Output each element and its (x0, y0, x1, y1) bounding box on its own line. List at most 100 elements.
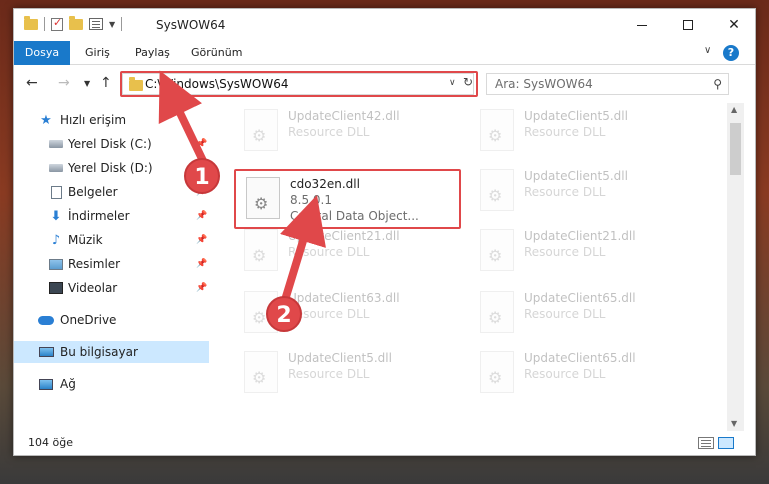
music-icon: ♪ (51, 232, 61, 248)
nav-item-music[interactable]: ♪ Müzik 📌 (14, 229, 209, 251)
pin-icon[interactable]: 📌 (196, 139, 207, 149)
expand-ribbon-chevron-icon[interactable]: ∨ (704, 45, 711, 56)
file-explorer-window: ▼ SysWOW64 ✕ Dosya Giriş Paylaş Görünüm … (13, 8, 756, 456)
computer-icon (38, 345, 54, 359)
step-badge-1: 1 (184, 158, 220, 194)
pin-icon[interactable]: 📌 (196, 259, 207, 269)
scroll-down-icon[interactable]: ▼ (731, 419, 737, 428)
videos-icon (48, 281, 64, 295)
dll-file-icon (480, 229, 514, 271)
pin-icon[interactable]: 📌 (196, 211, 207, 221)
nav-item-documents[interactable]: Belgeler 📌 (14, 181, 209, 203)
nav-item-onedrive[interactable]: OneDrive (14, 309, 209, 331)
forward-arrow-icon[interactable]: → (58, 75, 70, 91)
list-item[interactable]: UpdateClient65.dll Resource DLL (470, 287, 670, 339)
up-arrow-icon[interactable]: ↑ (100, 75, 112, 91)
close-icon: ✕ (728, 17, 740, 33)
list-item[interactable]: UpdateClient5.dll Resource DLL (470, 105, 670, 157)
dll-file-icon (480, 291, 514, 333)
file-name: UpdateClient5.dll (524, 109, 628, 123)
nav-item-local-disk-c[interactable]: Yerel Disk (C:) 📌 (14, 133, 209, 155)
properties-icon[interactable] (89, 18, 103, 30)
scroll-thumb[interactable] (730, 123, 741, 175)
file-type: Resource DLL (288, 367, 370, 381)
search-input[interactable]: Ara: SysWOW64 ⚲ (486, 73, 729, 95)
window-title: SysWOW64 (156, 18, 226, 32)
close-button[interactable]: ✕ (711, 9, 757, 41)
ribbon-tabs: Dosya Giriş Paylaş Görünüm ∨ ? (14, 41, 755, 65)
search-icon[interactable]: ⚲ (713, 77, 722, 91)
customize-toolbar-chevron-down-icon[interactable]: ▼ (109, 20, 115, 29)
recent-locations-chevron-down-icon[interactable]: ▼ (84, 79, 90, 88)
vertical-scrollbar[interactable]: ▲ ▼ (727, 103, 744, 431)
list-item-cdo32en[interactable]: cdo32en.dll 8.5.0.1 Crystal Data Object.… (236, 173, 436, 225)
nav-item-label: Yerel Disk (C:) (68, 137, 152, 151)
nav-item-local-disk-d[interactable]: Yerel Disk (D:) (14, 157, 209, 179)
address-row: ← → ▼ ↑ C:\Windows\SysWOW64 ∨ ↻ Ara: Sys… (14, 65, 755, 101)
minimize-button[interactable] (619, 9, 665, 41)
navigation-pane: ★ Hızlı erişim Yerel Disk (C:) 📌 Yerel D… (14, 103, 209, 433)
dll-file-icon (246, 177, 280, 219)
nav-item-videos[interactable]: Videolar 📌 (14, 277, 209, 299)
file-name: UpdateClient5.dll (524, 169, 628, 183)
new-folder-icon[interactable] (69, 15, 83, 30)
file-name: cdo32en.dll (290, 177, 360, 191)
search-placeholder: Ara: SysWOW64 (495, 77, 593, 91)
tab-file[interactable]: Dosya (14, 41, 70, 65)
list-item[interactable]: UpdateClient21.dll Resource DLL (234, 225, 434, 277)
dll-file-icon (480, 351, 514, 393)
nav-item-label: Yerel Disk (D:) (68, 161, 153, 175)
nav-item-label: Resimler (68, 257, 121, 271)
file-name: UpdateClient65.dll (524, 291, 636, 305)
nav-item-this-pc[interactable]: Bu bilgisayar (14, 341, 209, 363)
nav-item-label: Bu bilgisayar (60, 345, 138, 359)
file-type: Resource DLL (288, 245, 370, 259)
nav-item-pictures[interactable]: Resimler 📌 (14, 253, 209, 275)
dll-file-icon (480, 109, 514, 151)
scroll-up-icon[interactable]: ▲ (731, 105, 737, 114)
file-type: Resource DLL (524, 245, 606, 259)
documents-icon (48, 185, 64, 199)
tab-home[interactable]: Giriş (85, 41, 110, 65)
star-icon: ★ (40, 112, 52, 128)
tab-view[interactable]: Görünüm (191, 41, 242, 65)
nav-item-network[interactable]: Ağ (14, 373, 209, 395)
download-icon: ⬇ (50, 208, 62, 224)
back-arrow-icon[interactable]: ← (26, 75, 38, 91)
file-name: UpdateClient21.dll (524, 229, 636, 243)
list-item[interactable]: UpdateClient65.dll Resource DLL (470, 347, 670, 399)
file-description: Crystal Data Object... (290, 209, 419, 223)
pin-icon[interactable]: 📌 (196, 283, 207, 293)
nav-item-quick-access[interactable]: ★ Hızlı erişim (14, 109, 209, 131)
minimize-icon (637, 24, 647, 26)
cloud-icon (38, 313, 54, 327)
drive-icon (48, 161, 64, 175)
maximize-button[interactable] (665, 9, 711, 41)
file-name: UpdateClient21.dll (288, 229, 400, 243)
list-item[interactable]: UpdateClient5.dll Resource DLL (470, 165, 670, 217)
tab-share[interactable]: Paylaş (135, 41, 170, 65)
large-icons-view-icon[interactable] (718, 437, 734, 449)
folder-icon (24, 15, 38, 30)
file-type: Resource DLL (524, 185, 606, 199)
details-view-icon[interactable] (698, 437, 714, 449)
properties-check-icon[interactable] (51, 16, 63, 31)
drive-icon (48, 137, 64, 151)
list-item[interactable]: UpdateClient5.dll Resource DLL (234, 347, 434, 399)
file-type: Resource DLL (524, 125, 606, 139)
file-list: UpdateClient42.dll Resource DLL UpdateCl… (212, 103, 727, 425)
help-icon[interactable]: ? (723, 45, 739, 61)
address-bar-highlight (120, 71, 478, 97)
separator (44, 17, 45, 31)
quick-access-toolbar: ▼ (24, 15, 123, 31)
list-item[interactable]: UpdateClient21.dll Resource DLL (470, 225, 670, 277)
nav-item-downloads[interactable]: ⬇ İndirmeler 📌 (14, 205, 209, 227)
title-bar: ▼ SysWOW64 ✕ (14, 9, 755, 41)
list-item[interactable]: UpdateClient42.dll Resource DLL (234, 105, 434, 157)
highlighted-file-frame: cdo32en.dll 8.5.0.1 Crystal Data Object.… (234, 169, 461, 229)
nav-item-label: Ağ (60, 377, 76, 391)
list-item[interactable]: UpdateClient63.dll Resource DLL (234, 287, 434, 339)
maximize-icon (683, 20, 693, 30)
nav-item-label: Hızlı erişim (60, 113, 127, 127)
pin-icon[interactable]: 📌 (196, 235, 207, 245)
